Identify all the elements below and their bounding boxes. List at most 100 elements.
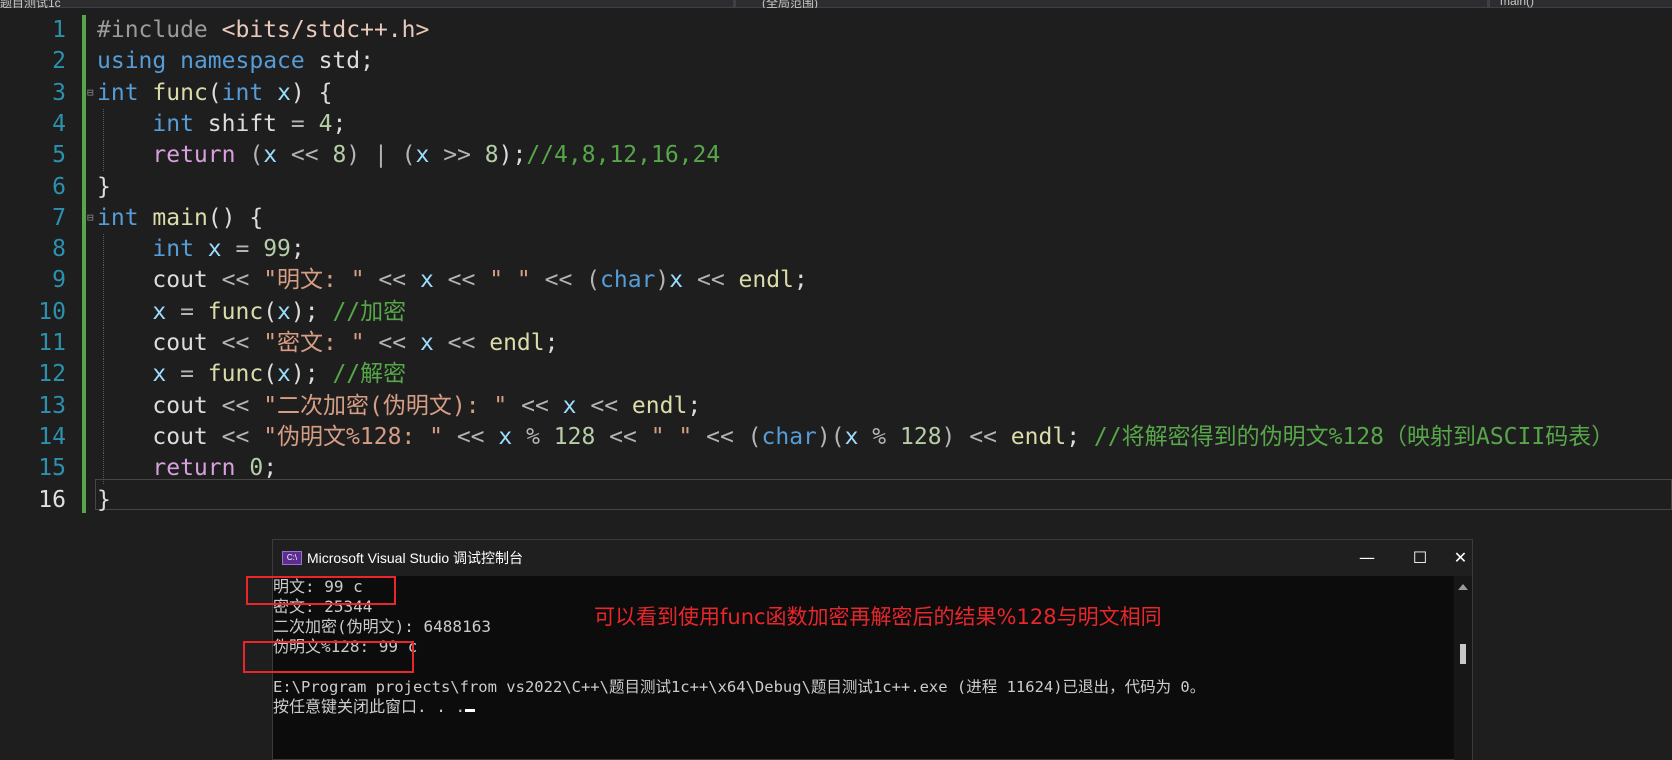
code-token: << <box>507 392 563 419</box>
code-token: //将解密得到的伪明文%128（映射到ASCII码表） <box>1093 423 1615 450</box>
code-token: 8 <box>484 142 499 169</box>
scope-dropdown[interactable]: (全局范围) <box>762 0 962 8</box>
scroll-up-arrow-icon[interactable] <box>1458 584 1468 590</box>
member-dropdown[interactable]: main() <box>1500 0 1660 8</box>
code-token: ( <box>263 361 278 388</box>
editor-navigation-bar: 题目测试1c (全局范围) main() <box>0 0 1672 8</box>
code-token: main <box>152 204 208 231</box>
code-line[interactable]: 5 return (x << 8) | (x >> 8);//4,8,12,16… <box>0 140 1672 172</box>
line-number: 8 <box>52 236 66 263</box>
minimize-button[interactable]: — <box>1340 540 1394 576</box>
code-token: using <box>97 48 167 75</box>
code-line[interactable]: 10 x = func(x); //加密 <box>0 296 1672 328</box>
code-token: x <box>562 392 577 419</box>
code-token: ; <box>332 110 347 137</box>
code-line[interactable]: 15 return 0; <box>0 453 1672 485</box>
code-token: 128 <box>900 423 942 450</box>
code-token: int <box>97 204 139 231</box>
code-token: 8 <box>332 142 347 169</box>
code-token: func <box>207 298 264 325</box>
code-token: int <box>97 79 139 106</box>
close-icon: ✕ <box>1453 548 1468 567</box>
code-text: } <box>97 172 111 203</box>
console-scrollbar[interactable] <box>1454 576 1472 760</box>
code-line[interactable]: 3 ⊟ int func(int x) { <box>0 78 1672 109</box>
maximize-icon: ☐ <box>1412 548 1428 567</box>
fold-toggle-icon[interactable]: ⊟ <box>87 86 97 100</box>
code-text: int shift = 4; <box>97 109 346 140</box>
minimize-icon: — <box>1359 548 1375 567</box>
code-token: int <box>221 79 264 106</box>
code-line[interactable]: 14 cout << "伪明文%128: " << x % 128 << " "… <box>0 421 1672 453</box>
code-line[interactable]: 6} <box>0 172 1672 203</box>
code-token: x <box>419 330 434 356</box>
code-token: % <box>512 423 554 450</box>
line-number: 12 <box>38 361 66 388</box>
code-token: ; <box>687 392 702 419</box>
code-line[interactable]: 7 ⊟ int main() { <box>0 203 1672 234</box>
line-number: 2 <box>52 48 66 75</box>
highlight-box-plaintext <box>246 576 396 605</box>
code-token: x <box>415 142 430 169</box>
code-token: << <box>364 330 420 356</box>
code-token: endl <box>738 267 794 294</box>
code-token: cout <box>97 423 222 450</box>
code-text: using namespace std; <box>97 46 374 77</box>
code-text: int func(int x) { <box>97 78 332 109</box>
console-title-bar[interactable]: C:\ Microsoft Visual Studio 调试控制台 — ☐ ✕ <box>273 540 1472 576</box>
line-number: 3 <box>52 79 66 106</box>
code-token: x <box>152 361 167 388</box>
code-token: "密文: " <box>263 330 365 356</box>
fold-toggle-icon[interactable]: ⊟ <box>87 211 97 225</box>
close-button[interactable]: ✕ <box>1447 540 1474 576</box>
console-line: 按任意键关闭此窗口. . . <box>273 697 466 716</box>
code-line[interactable]: 12 x = func(x); //解密 <box>0 359 1672 391</box>
code-line[interactable]: 2 using namespace std; <box>0 46 1672 77</box>
member-label: main() <box>1500 0 1535 8</box>
code-token: endl <box>631 392 688 419</box>
code-token: << <box>221 423 250 450</box>
console-title: Microsoft Visual Studio 调试控制台 <box>307 550 524 566</box>
line-number: 1 <box>52 17 66 43</box>
file-scope-label: 题目测试1c <box>0 0 61 8</box>
line-number: 9 <box>52 267 66 294</box>
code-token: ( <box>207 79 222 106</box>
code-line[interactable]: 11 cout << "密文: " << x << endl; <box>0 328 1672 359</box>
code-line[interactable]: 1 #include <bits/stdc++.h> <box>0 15 1672 46</box>
console-line-prompt: 按任意键关闭此窗口. . . <box>273 697 476 717</box>
code-token: << <box>277 142 333 169</box>
code-token: cout <box>97 392 222 419</box>
code-token: << <box>433 330 490 356</box>
code-token: ); <box>290 298 333 325</box>
code-line[interactable]: 4 int shift = 4; <box>0 108 1672 140</box>
code-token: } <box>97 173 111 200</box>
code-token: 0 <box>249 455 264 482</box>
code-token: ) { <box>290 79 333 106</box>
code-token: << <box>576 392 632 419</box>
code-editor[interactable]: 1 #include <bits/stdc++.h> 2 using namespac… <box>0 9 1672 514</box>
code-line[interactable]: 16} <box>0 485 1672 516</box>
code-token: int <box>152 110 194 137</box>
code-line[interactable]: 13 cout << "二次加密(伪明文): " << x << endl; <box>0 390 1672 422</box>
code-text: int main() { <box>97 203 263 234</box>
code-token: << ( <box>692 423 762 450</box>
code-line[interactable]: 8 int x = 99; <box>0 234 1672 266</box>
code-token: " " <box>489 267 531 294</box>
code-token: = <box>166 298 208 325</box>
code-token: () { <box>207 204 264 231</box>
code-token: ; <box>290 236 305 263</box>
debug-console-window[interactable]: C:\ Microsoft Visual Studio 调试控制台 — ☐ ✕ … <box>272 539 1473 760</box>
code-token: x <box>669 267 684 294</box>
scrollbar-thumb[interactable] <box>1460 644 1466 664</box>
code-token: x <box>277 79 291 106</box>
file-scope-dropdown[interactable]: 题目测试1c <box>0 0 150 8</box>
highlight-box-pseudo-plaintext <box>243 641 414 673</box>
code-line[interactable]: 9 cout << "明文: " << x << " " << (char)x … <box>0 265 1672 297</box>
maximize-button[interactable]: ☐ <box>1393 540 1447 576</box>
